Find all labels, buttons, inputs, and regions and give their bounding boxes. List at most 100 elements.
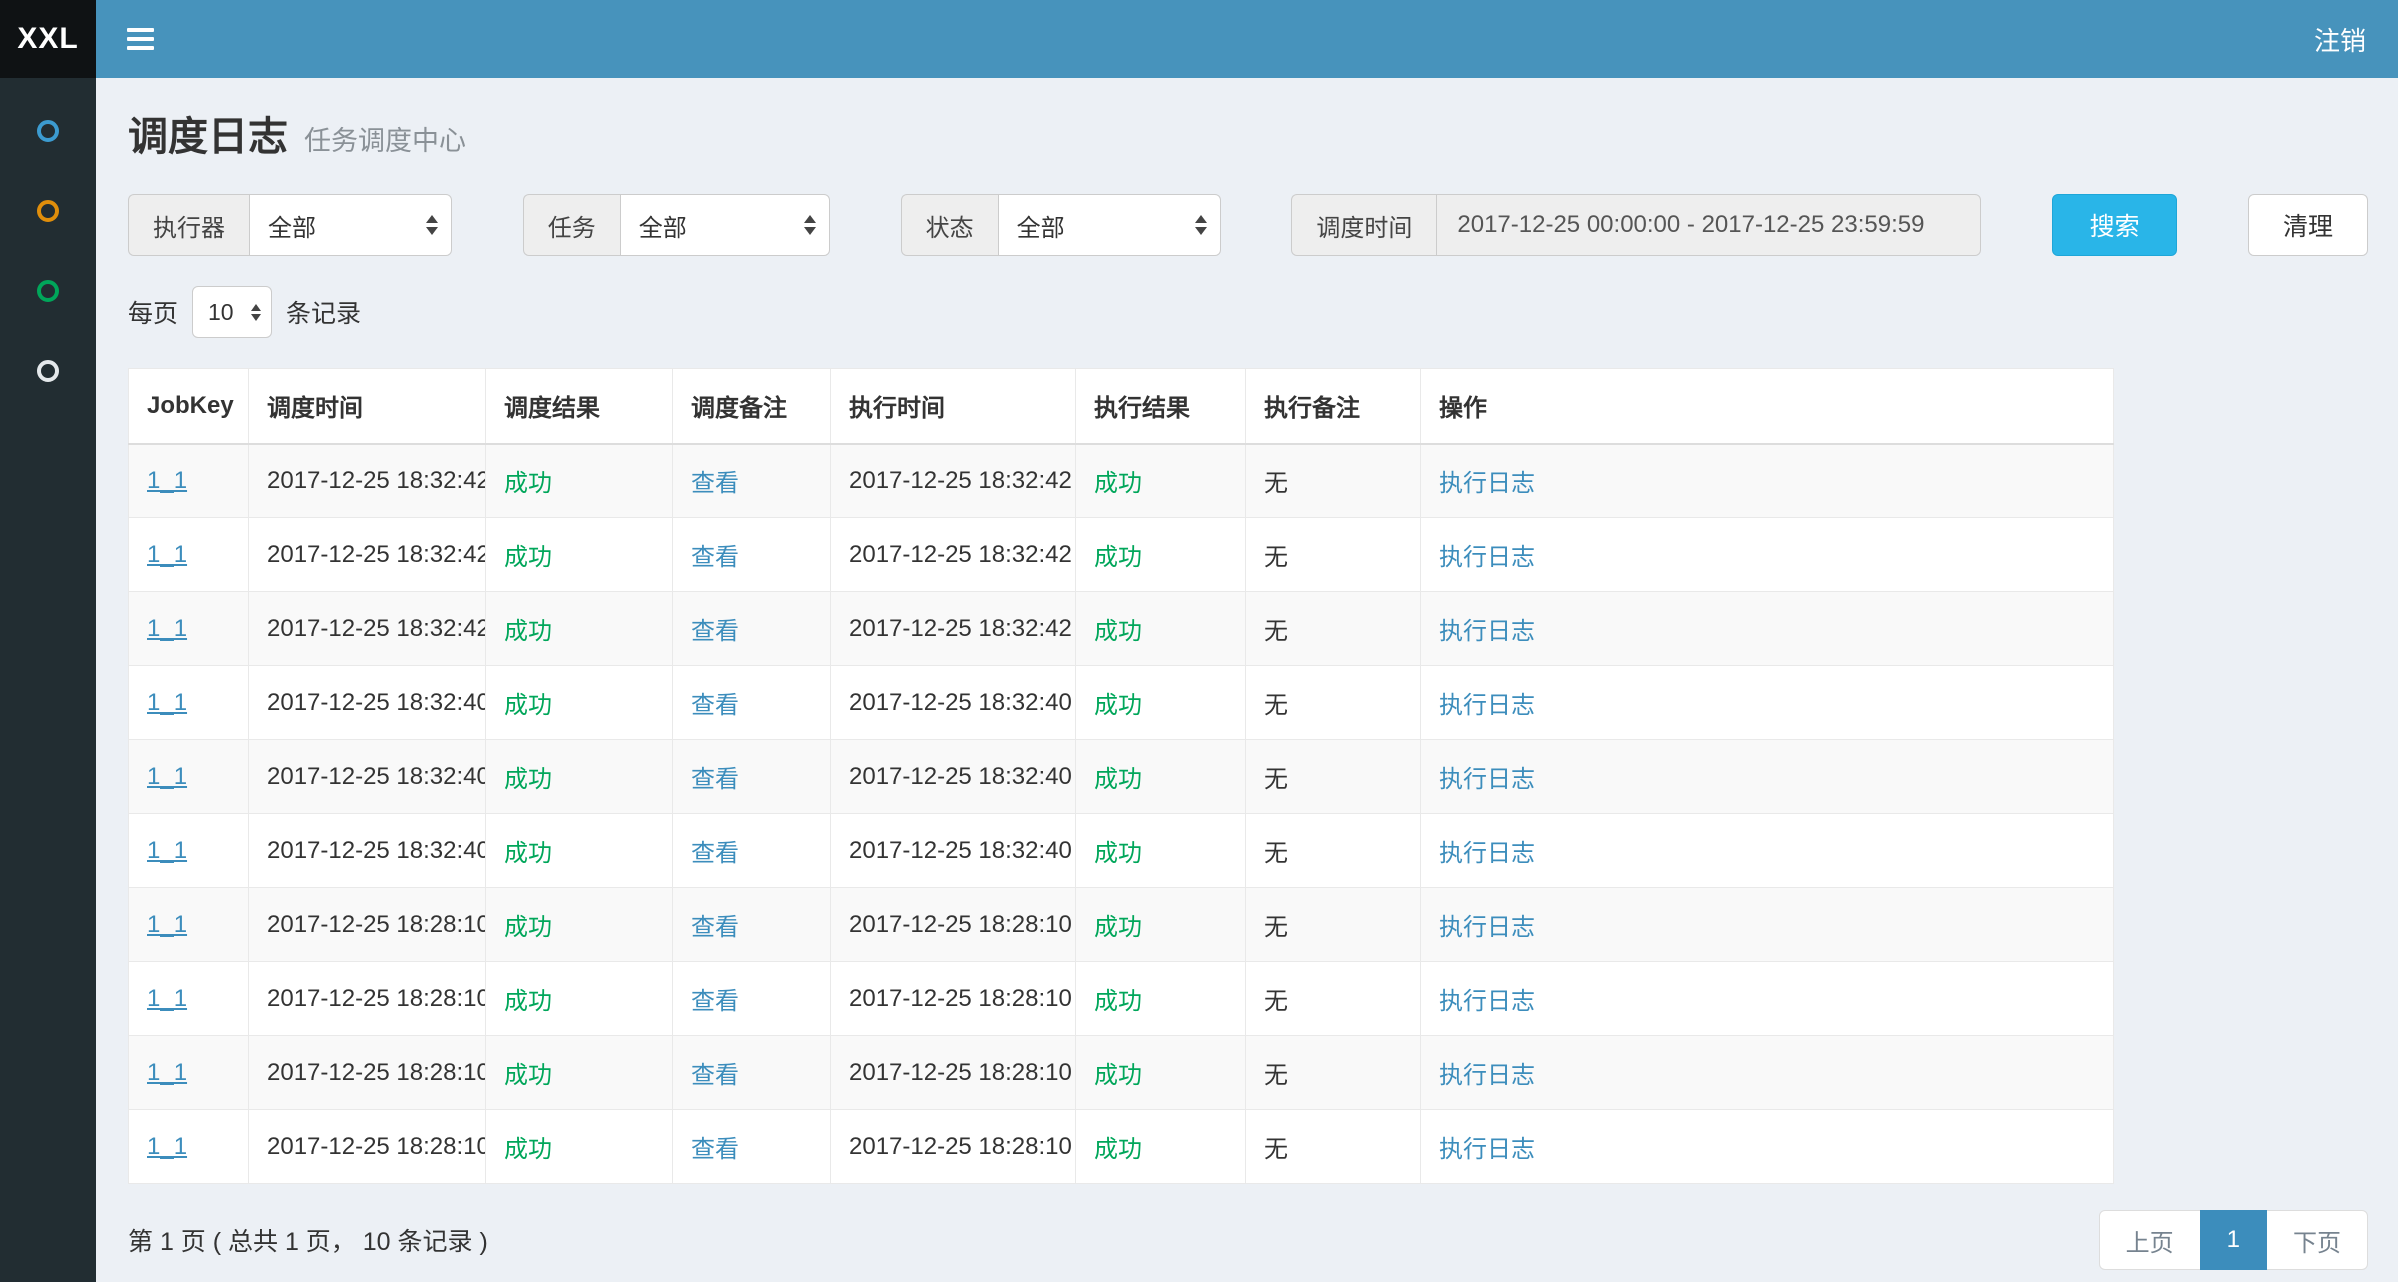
trigger-time-cell: 2017-12-25 18:32:40 bbox=[267, 837, 486, 864]
trigger-msg-link[interactable]: 查看 bbox=[691, 618, 739, 645]
handle-result-cell: 成功 bbox=[1094, 988, 1142, 1015]
app-logo[interactable]: XXL bbox=[0, 0, 96, 78]
table-cell: 成功 bbox=[486, 814, 673, 888]
trigger-msg-link[interactable]: 查看 bbox=[691, 1062, 739, 1089]
handle-result-cell: 成功 bbox=[1094, 692, 1142, 719]
trigger-msg-link[interactable]: 查看 bbox=[691, 544, 739, 571]
exec-log-link[interactable]: 执行日志 bbox=[1439, 840, 1535, 867]
trigger-result-cell: 成功 bbox=[504, 914, 552, 941]
jobkey-link[interactable]: 1_1 bbox=[147, 541, 187, 568]
handle-msg-cell: 无 bbox=[1264, 470, 1288, 497]
table-cell: 成功 bbox=[486, 888, 673, 962]
handle-result-cell: 成功 bbox=[1094, 1136, 1142, 1163]
exec-log-link[interactable]: 执行日志 bbox=[1439, 1136, 1535, 1163]
exec-log-link[interactable]: 执行日志 bbox=[1439, 988, 1535, 1015]
table-cell: 无 bbox=[1246, 666, 1421, 740]
clear-button[interactable]: 清理 bbox=[2248, 194, 2368, 256]
handle-time-cell: 2017-12-25 18:32:40 bbox=[849, 689, 1072, 716]
menu-circle-orange-icon[interactable] bbox=[37, 200, 59, 222]
table-cell: 2017-12-25 18:28:10 bbox=[831, 888, 1076, 962]
job-filter-group: 任务 全部 bbox=[523, 194, 830, 256]
menu-circle-white-icon[interactable] bbox=[37, 360, 59, 382]
trigger-result-cell: 成功 bbox=[504, 766, 552, 793]
trigger-msg-link[interactable]: 查看 bbox=[691, 1136, 739, 1163]
trigger-time-range-input[interactable] bbox=[1436, 194, 1981, 256]
exec-log-link[interactable]: 执行日志 bbox=[1439, 766, 1535, 793]
next-page-button[interactable]: 下页 bbox=[2266, 1210, 2368, 1270]
jobkey-link[interactable]: 1_1 bbox=[147, 837, 187, 864]
content-header: 调度日志 任务调度中心 bbox=[128, 104, 2368, 162]
exec-log-link[interactable]: 执行日志 bbox=[1439, 544, 1535, 571]
sidebar bbox=[0, 78, 96, 1282]
job-filter-select[interactable]: 全部 bbox=[620, 194, 830, 256]
pagesize-prefix-label: 每页 bbox=[128, 294, 178, 330]
table-cell: 2017-12-25 18:32:40 bbox=[831, 814, 1076, 888]
handle-time-cell: 2017-12-25 18:32:42 bbox=[849, 541, 1072, 568]
table-footer: 第 1 页 ( 总共 1 页， 10 条记录 ) 上页 1 下页 bbox=[128, 1210, 2368, 1270]
sidebar-toggle-button[interactable] bbox=[110, 0, 170, 78]
table-cell: 无 bbox=[1246, 444, 1421, 518]
status-filter-select[interactable]: 全部 bbox=[998, 194, 1221, 256]
table-cell: 无 bbox=[1246, 592, 1421, 666]
trigger-time-cell: 2017-12-25 18:32:42 bbox=[267, 467, 486, 494]
table-cell: 成功 bbox=[1076, 814, 1246, 888]
pagination: 上页 1 下页 bbox=[2099, 1210, 2368, 1270]
table-cell: 成功 bbox=[1076, 962, 1246, 1036]
status-filter-value: 全部 bbox=[1017, 208, 1065, 243]
table-cell: 1_1 bbox=[129, 740, 249, 814]
table-cell: 2017-12-25 18:32:42 bbox=[249, 518, 486, 592]
table-cell: 查看 bbox=[673, 814, 831, 888]
pagination-info: 第 1 页 ( 总共 1 页， 10 条记录 ) bbox=[128, 1222, 488, 1258]
trigger-msg-link[interactable]: 查看 bbox=[691, 470, 739, 497]
table-cell: 2017-12-25 18:28:10 bbox=[831, 1036, 1076, 1110]
jobkey-link[interactable]: 1_1 bbox=[147, 985, 187, 1012]
handle-msg-cell: 无 bbox=[1264, 544, 1288, 571]
jobkey-link[interactable]: 1_1 bbox=[147, 911, 187, 938]
table-cell: 执行日志 bbox=[1421, 666, 2114, 740]
pagesize-select[interactable]: 10 bbox=[192, 286, 272, 338]
table-row: 1_12017-12-25 18:28:10成功查看2017-12-25 18:… bbox=[129, 888, 2114, 962]
table-cell: 执行日志 bbox=[1421, 444, 2114, 518]
trigger-msg-link[interactable]: 查看 bbox=[691, 840, 739, 867]
trigger-msg-link[interactable]: 查看 bbox=[691, 692, 739, 719]
table-cell: 查看 bbox=[673, 518, 831, 592]
table-cell: 成功 bbox=[1076, 592, 1246, 666]
table-cell: 成功 bbox=[486, 592, 673, 666]
logout-link[interactable]: 注销 bbox=[2314, 21, 2366, 58]
trigger-result-cell: 成功 bbox=[504, 618, 552, 645]
jobkey-link[interactable]: 1_1 bbox=[147, 615, 187, 642]
jobkey-link[interactable]: 1_1 bbox=[147, 689, 187, 716]
executor-filter-select[interactable]: 全部 bbox=[249, 194, 452, 256]
exec-log-link[interactable]: 执行日志 bbox=[1439, 470, 1535, 497]
menu-circle-green-icon[interactable] bbox=[37, 280, 59, 302]
table-cell: 无 bbox=[1246, 740, 1421, 814]
jobkey-link[interactable]: 1_1 bbox=[147, 1059, 187, 1086]
current-page-button[interactable]: 1 bbox=[2200, 1210, 2267, 1270]
handle-time-cell: 2017-12-25 18:32:40 bbox=[849, 763, 1072, 790]
table-cell: 执行日志 bbox=[1421, 592, 2114, 666]
trigger-msg-link[interactable]: 查看 bbox=[691, 766, 739, 793]
table-cell: 成功 bbox=[486, 518, 673, 592]
prev-page-button[interactable]: 上页 bbox=[2099, 1210, 2201, 1270]
table-cell: 查看 bbox=[673, 740, 831, 814]
exec-log-link[interactable]: 执行日志 bbox=[1439, 692, 1535, 719]
table-cell: 执行日志 bbox=[1421, 1036, 2114, 1110]
column-header: 操作 bbox=[1421, 369, 2114, 444]
jobkey-link[interactable]: 1_1 bbox=[147, 763, 187, 790]
column-header: 调度备注 bbox=[673, 369, 831, 444]
jobkey-link[interactable]: 1_1 bbox=[147, 1133, 187, 1160]
table-cell: 成功 bbox=[486, 1036, 673, 1110]
trigger-msg-link[interactable]: 查看 bbox=[691, 988, 739, 1015]
exec-log-link[interactable]: 执行日志 bbox=[1439, 914, 1535, 941]
exec-log-link[interactable]: 执行日志 bbox=[1439, 1062, 1535, 1089]
column-header: 执行时间 bbox=[831, 369, 1076, 444]
jobkey-link[interactable]: 1_1 bbox=[147, 467, 187, 494]
menu-circle-blue-icon[interactable] bbox=[37, 120, 59, 142]
trigger-msg-link[interactable]: 查看 bbox=[691, 914, 739, 941]
handle-time-cell: 2017-12-25 18:32:42 bbox=[849, 615, 1072, 642]
trigger-time-filter-label: 调度时间 bbox=[1291, 194, 1436, 256]
trigger-result-cell: 成功 bbox=[504, 692, 552, 719]
search-button[interactable]: 搜索 bbox=[2052, 194, 2177, 256]
column-header: 执行结果 bbox=[1076, 369, 1246, 444]
exec-log-link[interactable]: 执行日志 bbox=[1439, 618, 1535, 645]
